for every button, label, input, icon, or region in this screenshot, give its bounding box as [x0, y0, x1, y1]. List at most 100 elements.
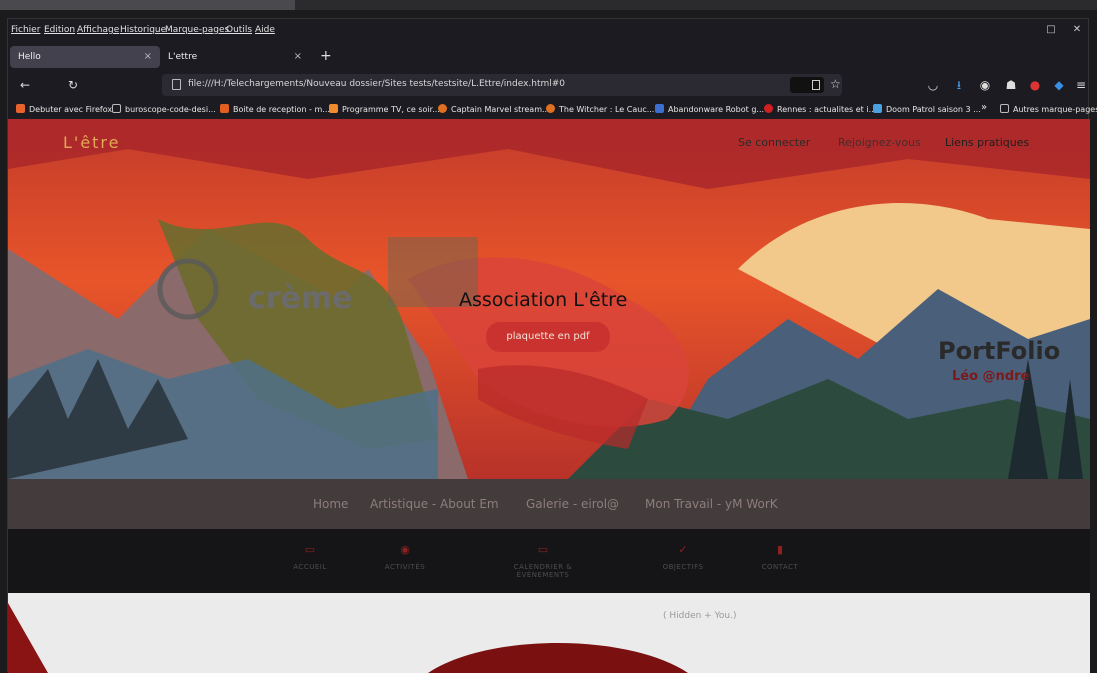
nav-join[interactable]: Rejoignez-vous — [838, 136, 921, 149]
os-strip-segment — [0, 0, 295, 10]
hamburger-menu-icon[interactable]: ≡ — [1074, 78, 1088, 92]
pdf-brochure-button[interactable]: plaquette en pdf — [486, 322, 610, 352]
series-icon — [873, 104, 882, 113]
reload-icon[interactable]: ↻ — [66, 78, 80, 92]
bookmarks-overflow-icon[interactable]: » — [981, 102, 987, 113]
bookmark-item[interactable]: Abandonware Robot g... — [655, 104, 764, 114]
tv-icon — [329, 104, 338, 113]
white-section: ( Hidden + You.) — [8, 593, 1090, 673]
firefox-icon — [16, 104, 25, 113]
other-bookmarks[interactable]: Autres marque-pages — [1000, 104, 1097, 114]
other-bookmarks-label: Autres marque-pages — [1013, 105, 1097, 114]
extension-blue-icon[interactable]: ◆ — [1052, 78, 1066, 92]
feature-label: OBJECTIFS — [662, 563, 704, 571]
band-link-home[interactable]: Home — [313, 497, 348, 511]
feature-label: CALENDRIER & ÉVÈNEMENTS — [513, 563, 573, 579]
browser-window: Fichier Edition Affichage Historique Mar… — [7, 18, 1097, 673]
bookmark-item[interactable]: Doom Patrol saison 3 ... — [873, 104, 981, 114]
close-tab-icon[interactable]: × — [144, 51, 152, 62]
feature-label: CONTACT — [761, 563, 799, 571]
bookmark-item[interactable]: Debuter avec Firefox — [16, 104, 112, 114]
feature-label: ACTIVITÉS — [384, 563, 426, 571]
bookmark-label: Boite de reception - m... — [233, 105, 330, 114]
folder-icon — [112, 104, 121, 113]
bookmark-label: Rennes : actualites et i... — [777, 105, 877, 114]
nav-links[interactable]: Liens pratiques — [945, 136, 1029, 149]
compass-icon: ◉ — [400, 543, 410, 556]
check-icon: ✓ — [678, 543, 688, 556]
portfolio-title: PortFolio — [938, 337, 1061, 365]
menu-outils[interactable]: Outils — [226, 25, 252, 35]
section-nav-band: Home Artistique - About Em Galerie - eir… — [8, 479, 1090, 529]
navigation-bar: ← ↻ file:///H:/Telechargements/Nouveau d… — [8, 71, 1090, 99]
abandonware-icon — [655, 104, 664, 113]
bookmark-item[interactable]: The Witcher : Le Cauc... — [546, 104, 654, 114]
extension-red-icon[interactable]: ● — [1028, 78, 1042, 92]
new-tab-button[interactable]: + — [320, 49, 332, 63]
folder-icon — [1000, 104, 1009, 113]
chart-icon: ▮ — [776, 543, 784, 556]
feature-label: ACCUEIL — [293, 563, 327, 571]
page-icon — [172, 79, 181, 90]
url-bar[interactable]: file:///H:/Telechargements/Nouveau dossi… — [162, 74, 842, 96]
feature-calendrier[interactable]: ▭ CALENDRIER & ÉVÈNEMENTS — [488, 543, 598, 579]
menu-aide[interactable]: Aide — [255, 25, 275, 35]
menu-fichier[interactable]: Fichier — [11, 25, 40, 35]
news-icon — [764, 104, 773, 113]
tab-bar: Hello × L'ettre × + — [8, 41, 1090, 71]
tab-label: L'ettre — [168, 52, 198, 62]
menu-edition[interactable]: Edition — [44, 25, 75, 35]
close-window-icon[interactable]: ✕ — [1072, 25, 1082, 35]
stream-icon — [546, 104, 555, 113]
creme-logo-text: crème — [248, 281, 353, 316]
band-link-work[interactable]: Mon Travail - yM WorK — [645, 497, 778, 511]
tab-hello[interactable]: Hello × — [10, 46, 160, 68]
extension-circle-icon[interactable]: ◉ — [978, 78, 992, 92]
menu-bar: Fichier Edition Affichage Historique Mar… — [8, 19, 1090, 41]
os-top-strip — [0, 0, 1097, 10]
hero-section: L'être Se connecter Rejoignez-vous Liens… — [8, 119, 1090, 479]
extension-ghost-icon[interactable]: ☗ — [1004, 78, 1018, 92]
bookmark-item[interactable]: Captain Marvel stream... — [438, 104, 550, 114]
bookmark-label: Captain Marvel stream... — [451, 105, 550, 114]
mail-icon — [220, 104, 229, 113]
portfolio-subtitle: Léo @ndre — [952, 369, 1030, 384]
feature-activites[interactable]: ◉ ACTIVITÉS — [365, 543, 445, 571]
bookmark-item[interactable]: Rennes : actualites et i... — [764, 104, 876, 114]
bookmark-item[interactable]: Boite de reception - m... — [220, 104, 330, 114]
url-text[interactable]: file:///H:/Telechargements/Nouveau dossi… — [188, 79, 565, 89]
bookmark-label: Doom Patrol saison 3 ... — [886, 105, 981, 114]
bookmark-item[interactable]: Programme TV, ce soir... — [329, 104, 440, 114]
white-section-decoration — [8, 603, 688, 673]
tab-label: Hello — [18, 52, 41, 62]
bookmark-label: Debuter avec Firefox — [29, 105, 113, 114]
feature-accueil[interactable]: ▭ ACCUEIL — [270, 543, 350, 571]
menu-affichage[interactable]: Affichage — [77, 25, 119, 35]
reader-view-button[interactable] — [790, 77, 824, 93]
page-content: L'être Se connecter Rejoignez-vous Liens… — [8, 119, 1090, 673]
band-link-about[interactable]: Artistique - About Em — [370, 497, 499, 511]
bookmark-item[interactable]: buroscope-code-desi... — [112, 104, 216, 114]
bookmark-star-icon[interactable]: ☆ — [830, 77, 841, 91]
nav-login[interactable]: Se connecter — [738, 136, 810, 149]
feature-objectifs[interactable]: ✓ OBJECTIFS — [643, 543, 723, 571]
menu-marque-pages[interactable]: Marque-pages — [165, 25, 229, 35]
pocket-icon[interactable]: ◡ — [926, 78, 940, 92]
download-icon[interactable]: ⭳ — [952, 78, 966, 92]
stream-icon — [438, 104, 447, 113]
band-link-gallery[interactable]: Galerie - eirol@ — [526, 497, 619, 511]
hero-title: Association L'être — [459, 289, 628, 311]
tab-lettre[interactable]: L'ettre × — [160, 46, 310, 68]
maximize-icon[interactable]: □ — [1046, 25, 1056, 35]
bookmarks-bar: Debuter avec Firefox buroscope-code-desi… — [8, 99, 1097, 119]
feature-contact[interactable]: ▮ CONTACT — [740, 543, 820, 571]
back-arrow-icon[interactable]: ← — [18, 78, 32, 92]
bookmark-label: The Witcher : Le Cauc... — [559, 105, 655, 114]
home-icon: ▭ — [304, 543, 316, 556]
site-brand[interactable]: L'être — [63, 133, 121, 152]
bookmark-label: buroscope-code-desi... — [125, 105, 216, 114]
close-tab-icon[interactable]: × — [294, 51, 302, 62]
menu-historique[interactable]: Historique — [120, 25, 166, 35]
reader-view-icon — [812, 80, 820, 90]
feature-icon-row: ▭ ACCUEIL ◉ ACTIVITÉS ▭ CALENDRIER & ÉVÈ… — [8, 529, 1090, 593]
